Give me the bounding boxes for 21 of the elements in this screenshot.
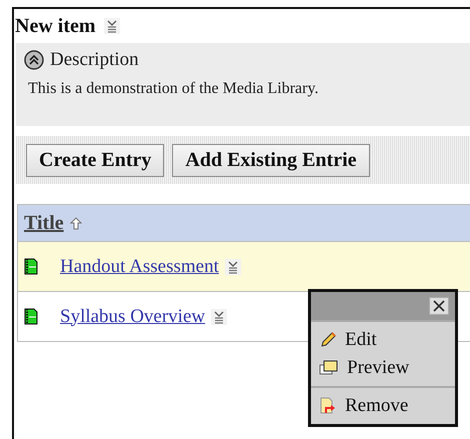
page-title: New item <box>15 14 96 38</box>
entry-link[interactable]: Handout Assessment <box>60 256 219 278</box>
toolbar-button[interactable]: Create Entry <box>26 144 164 176</box>
collapse-icon[interactable] <box>24 50 44 70</box>
film-document-icon <box>24 308 38 325</box>
menu-item[interactable]: Remove <box>311 392 455 420</box>
film-document-icon <box>24 258 38 275</box>
description-text: This is a demonstration of the Media Library. <box>28 80 320 98</box>
toolbar-button[interactable]: Add Existing Entrie <box>172 144 370 176</box>
remove-document-icon <box>319 397 337 415</box>
close-icon[interactable] <box>429 297 449 315</box>
menu-item[interactable]: Preview <box>311 354 455 382</box>
section-heading: Description <box>50 49 139 71</box>
entry-link[interactable]: Syllabus Overview <box>60 306 206 328</box>
pencil-icon <box>319 331 337 349</box>
window-icon <box>319 360 339 376</box>
menu-icon[interactable] <box>211 308 228 324</box>
menu-icon[interactable] <box>224 258 241 274</box>
column-header-link[interactable]: Title <box>24 212 64 234</box>
table-row[interactable]: Handout Assessment <box>18 242 470 292</box>
menu-icon[interactable] <box>104 18 120 34</box>
